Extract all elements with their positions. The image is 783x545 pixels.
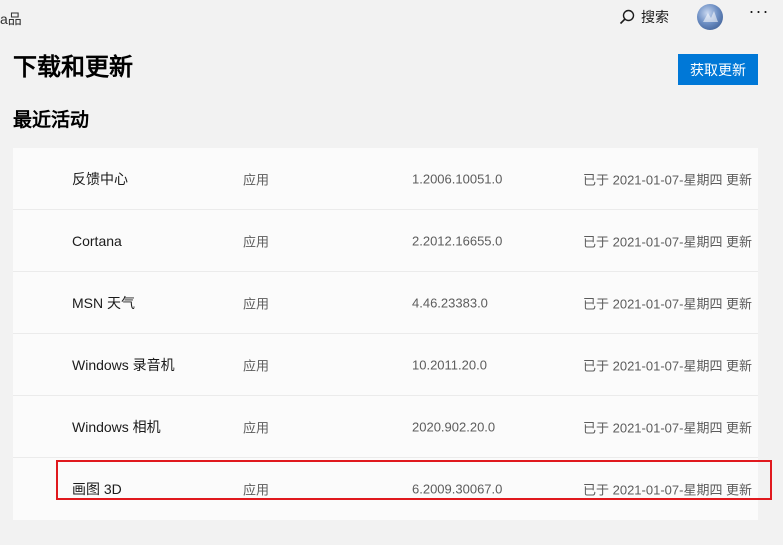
get-updates-button[interactable]: 获取更新 (678, 54, 758, 85)
app-type: 应用 (243, 358, 270, 373)
update-status: 已于 2021-01-07-星期四 更新 (583, 234, 753, 249)
tab-products[interactable]: a品 (0, 9, 22, 29)
search-icon (619, 9, 635, 25)
app-name: Windows 录音机 (72, 356, 175, 373)
app-version: 2.2012.16655.0 (412, 233, 503, 248)
update-status: 已于 2021-01-07-星期四 更新 (583, 296, 753, 311)
app-version: 1.2006.10051.0 (412, 171, 503, 186)
update-status: 已于 2021-01-07-星期四 更新 (583, 172, 753, 187)
app-name: MSN 天气 (72, 294, 135, 311)
app-version: 6.2009.30067.0 (412, 481, 503, 497)
app-type: 应用 (243, 420, 270, 435)
app-name: Cortana (72, 232, 122, 249)
app-type: 应用 (243, 172, 270, 187)
update-status: 已于 2021-01-07-星期四 更新 (583, 358, 753, 373)
list-item[interactable]: MSN 天气 应用 4.46.23383.0 已于 2021-01-07-星期四… (13, 272, 758, 334)
app-type: 应用 (243, 296, 270, 311)
section-title-recent-activity: 最近活动 (13, 110, 90, 131)
avatar[interactable] (697, 4, 723, 30)
recent-activity-list: 反馈中心 应用 1.2006.10051.0 已于 2021-01-07-星期四… (13, 148, 758, 520)
app-version: 10.2011.20.0 (412, 357, 487, 372)
top-bar: a品 搜索 ··· (0, 0, 783, 36)
app-version: 4.46.23383.0 (412, 295, 488, 310)
search-label: 搜索 (641, 9, 669, 25)
search-button[interactable]: 搜索 (619, 6, 669, 28)
app-type: 应用 (243, 482, 270, 498)
more-icon[interactable]: ··· (746, 2, 772, 24)
app-version: 2020.902.20.0 (412, 419, 496, 434)
list-item[interactable]: Windows 相机 应用 2020.902.20.0 已于 2021-01-0… (13, 396, 758, 458)
list-item[interactable]: 反馈中心 应用 1.2006.10051.0 已于 2021-01-07-星期四… (13, 148, 758, 210)
list-item[interactable]: Cortana 应用 2.2012.16655.0 已于 2021-01-07-… (13, 210, 758, 272)
app-name: 反馈中心 (72, 170, 128, 187)
page-title: 下载和更新 (13, 54, 133, 81)
app-type: 应用 (243, 234, 270, 249)
app-name: 画图 3D (72, 481, 122, 497)
list-item[interactable]: Windows 录音机 应用 10.2011.20.0 已于 2021-01-0… (13, 334, 758, 396)
update-status: 已于 2021-01-07-星期四 更新 (583, 420, 753, 435)
app-name: Windows 相机 (72, 418, 161, 435)
update-status: 已于 2021-01-07-星期四 更新 (583, 482, 753, 498)
list-item[interactable]: 画图 3D 应用 6.2009.30067.0 已于 2021-01-07-星期… (13, 458, 758, 520)
